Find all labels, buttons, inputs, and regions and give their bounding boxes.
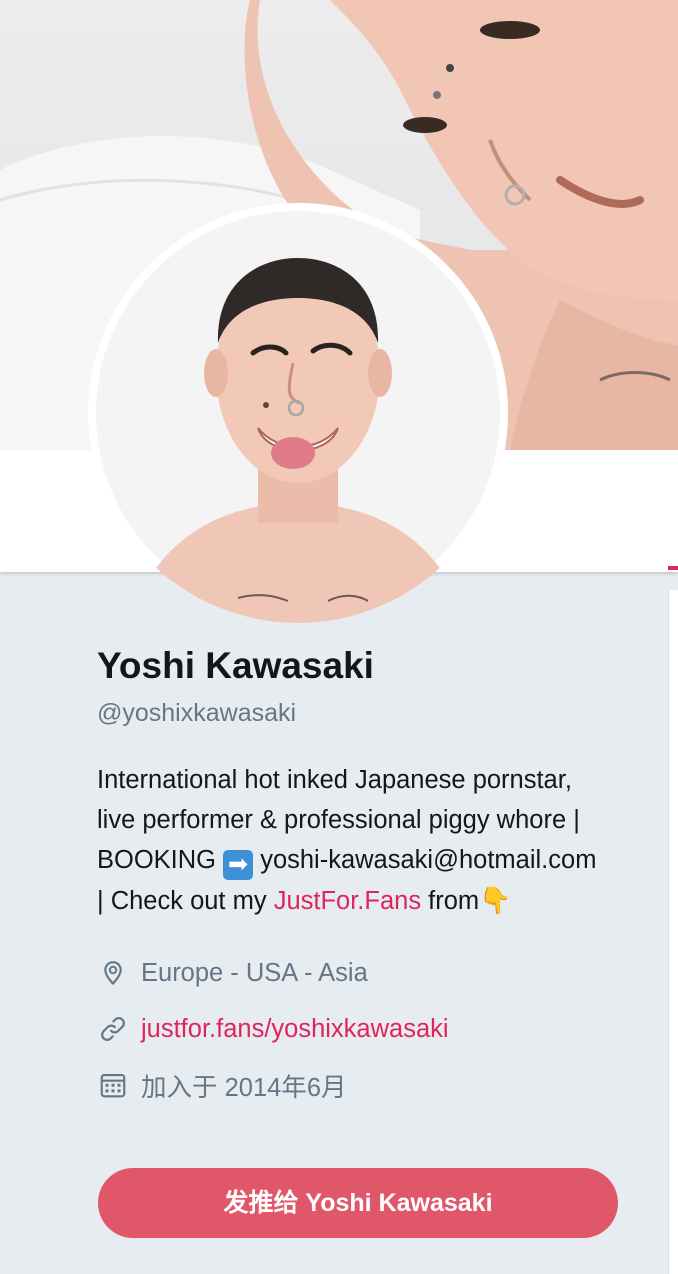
profile-avatar[interactable] bbox=[88, 203, 508, 623]
profile-bio: International hot inked Japanese pornsta… bbox=[97, 760, 597, 921]
profile-meta: Europe - USA - Asia justfor.fans/yoshixk… bbox=[97, 945, 617, 1113]
profile-handle[interactable]: @yoshixkawasaki bbox=[97, 696, 617, 730]
profile-website-row: justfor.fans/yoshixkawasaki bbox=[97, 1001, 617, 1057]
profile-location: Europe - USA - Asia bbox=[141, 958, 368, 987]
profile-joined-date: 加入于 2014年6月 bbox=[141, 1073, 347, 1102]
profile-card: Yoshi Kawasaki @yoshixkawasaki Internati… bbox=[97, 640, 617, 1113]
link-icon bbox=[97, 1013, 129, 1045]
bio-justforfans-link[interactable]: JustFor.Fans bbox=[274, 887, 421, 915]
profile-display-name[interactable]: Yoshi Kawasaki bbox=[97, 640, 617, 692]
profile-website-link[interactable]: justfor.fans/yoshixkawasaki bbox=[141, 1015, 449, 1044]
active-tab-indicator bbox=[668, 566, 678, 570]
profile-location-row: Europe - USA - Asia bbox=[97, 945, 617, 1001]
arrow-right-emoji-icon: ➡ bbox=[223, 850, 254, 880]
calendar-icon bbox=[97, 1069, 129, 1101]
profile-joined-row: 加入于 2014年6月 bbox=[97, 1057, 617, 1113]
map-pin-icon bbox=[97, 957, 129, 989]
pointing-down-emoji-icon: 👇 bbox=[479, 885, 512, 915]
tweet-to-button[interactable]: 发推给 Yoshi Kawasaki bbox=[98, 1168, 618, 1238]
content-column-edge bbox=[668, 590, 678, 1274]
bio-text-3: from bbox=[421, 887, 480, 915]
